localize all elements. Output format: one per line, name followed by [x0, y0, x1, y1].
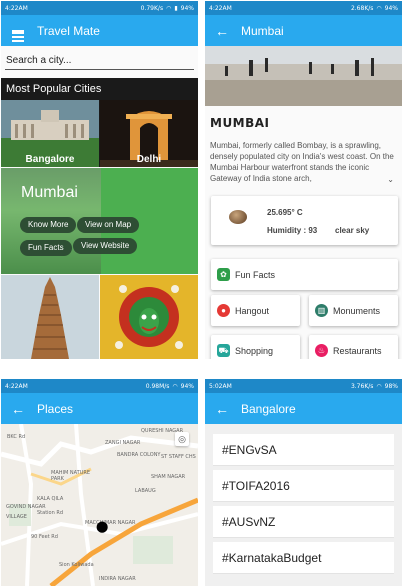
status-time: 4:22AM [5, 382, 28, 390]
map-view[interactable]: QURESHI NAGAR MAHIM NATURE PARK KALA QIL… [1, 424, 198, 586]
city-tile-bangalore[interactable]: Bangalore [1, 100, 99, 167]
city-images [1, 275, 198, 359]
status-speed: 0.98M/s [145, 382, 170, 390]
map-label: Station Rd [37, 510, 64, 516]
map-label: ZANGI NAGAR [105, 440, 141, 446]
hangout-button[interactable]: ● Hangout [211, 295, 300, 326]
map-label: BKC Rd [7, 434, 26, 440]
home-screen: 4:22AM 0.79K/s ◠ ▮ 94% Travel Mate Searc… [1, 1, 198, 359]
map-label: SHAM NAGAR [151, 474, 186, 480]
city-detail-screen: 4:22AM 2.68K/s ◠ 94% ← Mumbai MUMBAI Mum… [205, 1, 402, 359]
city-tile-delhi[interactable]: Delhi [100, 100, 198, 167]
city-description: Mumbai, formerly called Bombay, is a spr… [210, 141, 394, 183]
back-arrow-icon[interactable]: ← [215, 401, 229, 417]
map-label: INDIRA NAGAR [99, 576, 136, 582]
city-hero-image [205, 46, 402, 106]
status-speed: 3.76K/s [350, 382, 374, 390]
hangout-label: Hangout [235, 305, 270, 316]
screen-title: Mumbai [241, 23, 284, 38]
restaurant-icon: ♨ [315, 344, 328, 357]
city-heading: MUMBAI [210, 116, 270, 130]
status-bar: 4:22AM 0.98M/s ◠ 94% [1, 379, 198, 393]
my-location-icon[interactable]: ◎ [175, 432, 189, 446]
app-title: Travel Mate [37, 23, 100, 38]
wifi-icon: ◠ [376, 4, 382, 12]
weather-card: 25.695° C Humidity : 93 clear sky [211, 196, 398, 245]
view-on-map-button[interactable]: View on Map [77, 217, 140, 233]
map-label: VILLAGE [6, 514, 27, 520]
status-speed: 2.68K/s [350, 4, 374, 12]
status-bar: 4:22AM 0.79K/s ◠ ▮ 94% [1, 1, 198, 15]
shopping-label: Shopping [235, 345, 274, 356]
card-title: Mumbai [21, 184, 78, 201]
trend-item[interactable]: #KarnatakaBudget [213, 542, 394, 574]
trending-tags-list: #ENGvSA #TOIFA2016 #AUSvNZ #KarnatakaBud… [205, 424, 402, 586]
status-battery: 94% [180, 4, 194, 12]
shopping-button[interactable]: ⛟ Shopping [211, 335, 300, 359]
popular-cities-title: Most Popular Cities [6, 83, 102, 95]
fun-facts-row[interactable]: ✿ Fun Facts [211, 259, 398, 290]
city-search-input[interactable]: Search a city... [5, 54, 194, 70]
signal-icon: ▮ [174, 4, 178, 12]
crowd-photo [205, 46, 402, 106]
trend-item[interactable]: #TOIFA2016 [213, 470, 394, 502]
city-name-bangalore: Bangalore [25, 154, 75, 165]
back-arrow-icon[interactable]: ← [215, 23, 229, 39]
temperature: 25.695° C [267, 208, 303, 217]
map-label: MAHIM NATURE PARK [51, 470, 90, 482]
more-cities-images [1, 275, 198, 359]
trends-screen: 5:02AM 3.76K/s ◠ 98% ← Bangalore #ENGvSA… [205, 379, 402, 586]
map-label: ST STAFF CHS [161, 454, 196, 460]
app-bar: ← Bangalore [205, 393, 402, 424]
app-bar: ← Places [1, 393, 198, 424]
map-label: LABAUG [135, 488, 156, 494]
city-card-mumbai[interactable]: Mumbai Know More View on Map Fun Facts V… [1, 168, 198, 274]
menu-icon[interactable] [11, 28, 25, 42]
map-label: 90 Feet Rd [31, 534, 58, 540]
trend-item[interactable]: #AUSvNZ [213, 506, 394, 538]
status-speed: 0.79K/s [140, 4, 164, 12]
app-bar: Travel Mate [1, 15, 198, 46]
restaurants-label: Restaurants [333, 345, 382, 356]
wifi-icon: ◠ [376, 382, 382, 390]
status-battery: 98% [384, 382, 398, 390]
map-label: Sion Koliwada [59, 562, 94, 568]
status-bar: 5:02AM 3.76K/s ◠ 98% [205, 379, 402, 393]
map-label: BANDRA COLONY [117, 452, 161, 458]
city-name-delhi: Delhi [136, 154, 162, 165]
status-time: 4:22AM [209, 4, 232, 12]
status-battery: 94% [180, 382, 194, 390]
screen-title: Bangalore [241, 401, 296, 416]
trend-item[interactable]: #ENGvSA [213, 434, 394, 466]
fun-facts-icon: ✿ [217, 268, 230, 281]
status-time: 5:02AM [209, 382, 232, 390]
view-website-button[interactable]: View Website [73, 238, 138, 254]
status-battery: 94% [384, 4, 398, 12]
popular-cities-section: Most Popular Cities Bangalore Delhi [1, 78, 198, 167]
places-screen: 4:22AM 0.98M/s ◠ 94% ← Places QURESHI NA… [1, 379, 198, 586]
map-label: MACCHIMAR NAGAR [85, 520, 136, 526]
chevron-down-icon[interactable]: ⌄ [387, 175, 394, 184]
wifi-icon: ◠ [166, 4, 172, 12]
screen-title: Places [37, 401, 74, 416]
location-pin-icon: ● [217, 304, 230, 317]
weather-icon [229, 210, 247, 224]
sky-condition: clear sky [335, 226, 370, 235]
know-more-button[interactable]: Know More [20, 217, 77, 233]
monuments-button[interactable]: ▥ Monuments [309, 295, 398, 326]
wifi-icon: ◠ [172, 382, 178, 390]
fun-facts-button[interactable]: Fun Facts [20, 240, 72, 256]
shopping-cart-icon: ⛟ [217, 344, 230, 357]
status-time: 4:22AM [5, 4, 28, 12]
map-marker-icon[interactable]: ⬤ [96, 520, 108, 533]
restaurants-button[interactable]: ♨ Restaurants [309, 335, 398, 359]
app-bar: ← Mumbai [205, 15, 402, 46]
monument-icon: ▥ [315, 304, 328, 317]
fun-facts-label: Fun Facts [235, 269, 276, 280]
back-arrow-icon[interactable]: ← [11, 401, 25, 417]
status-bar: 4:22AM 2.68K/s ◠ 94% [205, 1, 402, 15]
humidity: Humidity : 93 [267, 226, 318, 235]
monuments-label: Monuments [333, 305, 381, 316]
map-label: KALA QILA [37, 496, 64, 502]
